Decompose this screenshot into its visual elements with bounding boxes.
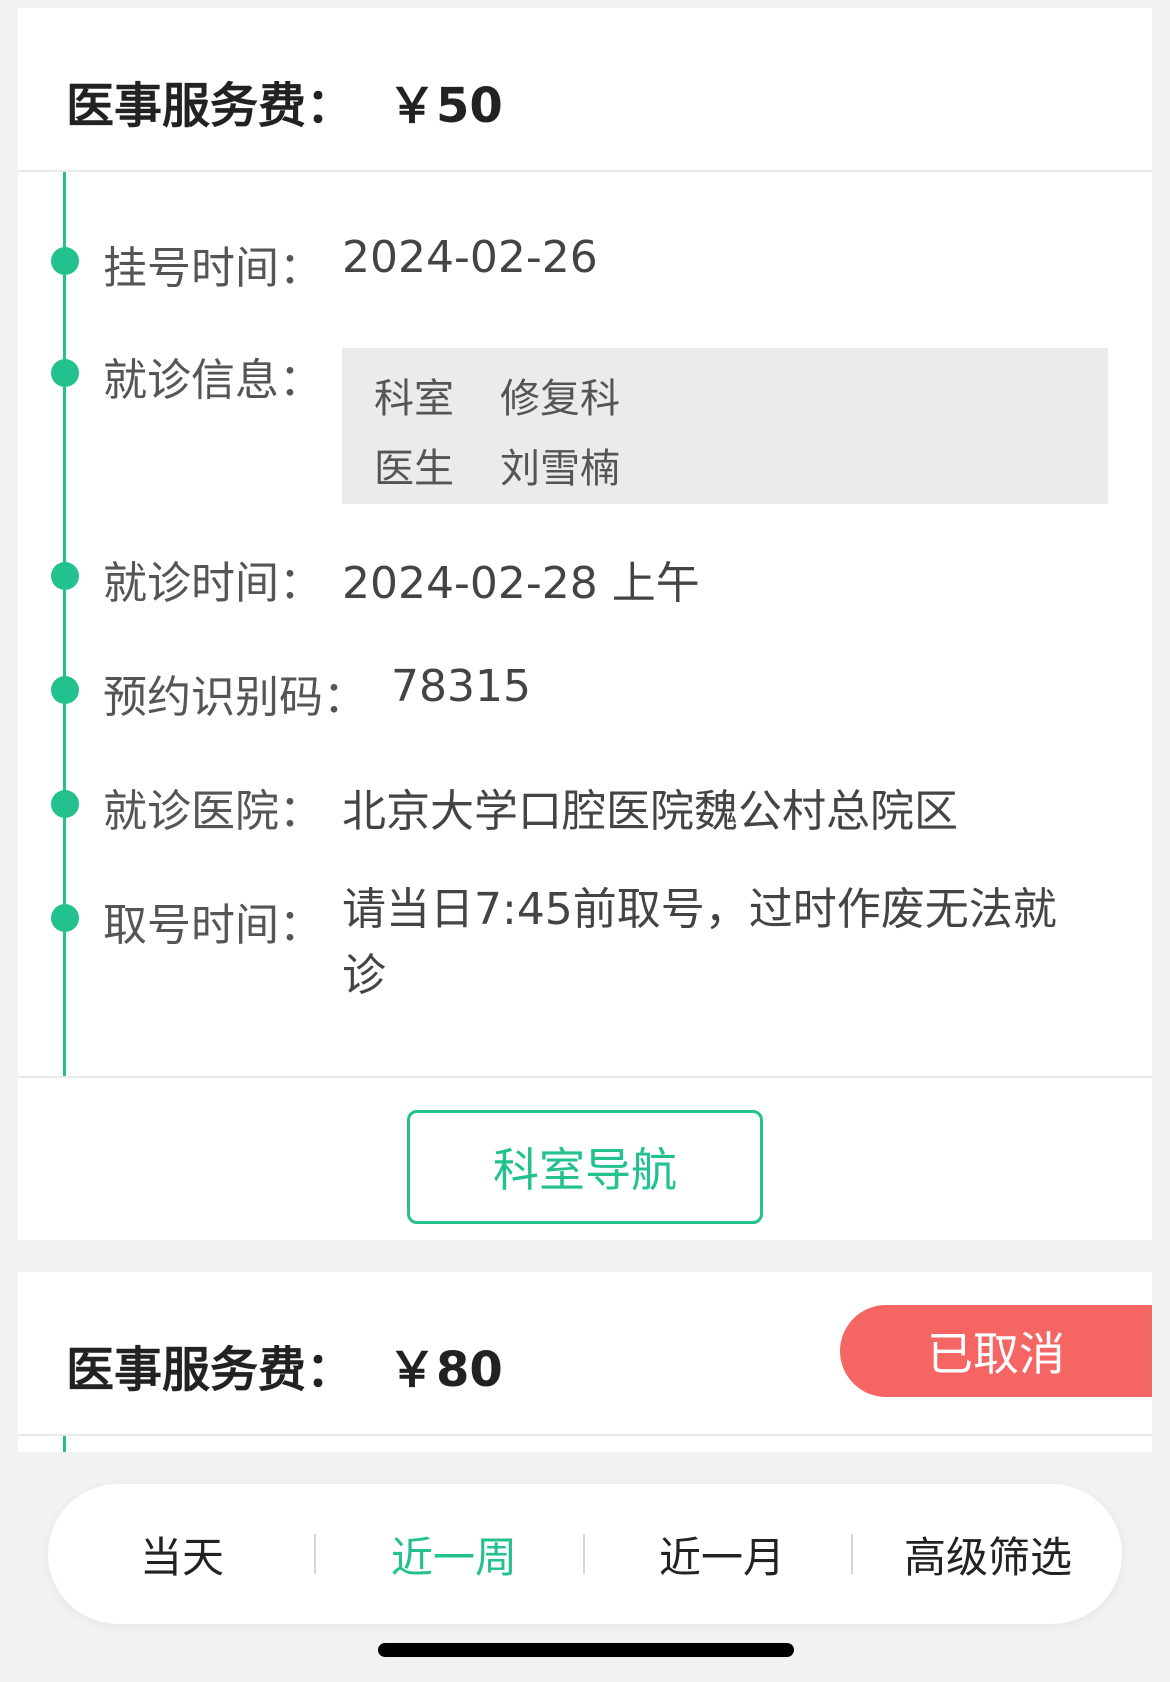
timeline-dot-icon [51,676,79,704]
appointment-timeline: 挂号时间： 2024-02-26 就诊信息： 科室 修复科 医生 刘雪楠 就诊时间：… [18,172,1152,1076]
tab-divider [851,1534,853,1574]
home-indicator [378,1643,794,1657]
fee-label: 医事服务费： [66,1342,355,1398]
doctor-line: 医生 刘雪楠 [374,436,620,494]
appointment-code-label: 预约识别码： [103,672,367,723]
appointment-header: 医事服务费： ￥80 已取消 [18,1272,1152,1436]
timeline-dot-icon [51,904,79,932]
pickup-time-value: 请当日7:45前取号，过时作废无法就诊 [342,884,1057,1001]
department-line: 科室 修复科 [374,366,620,424]
pickup-time-label: 取号时间： [103,900,323,951]
tab-divider [314,1534,316,1574]
registered-time-value: 2024-02-26 [342,232,598,283]
fee-label: 医事服务费： [66,78,355,134]
tab-divider [583,1534,585,1574]
fee-text: 医事服务费： ￥50 [66,66,503,136]
timeline-dot-icon [51,247,79,275]
tab-past-week[interactable]: 近一周 [348,1484,560,1624]
registered-time-label: 挂号时间： [103,243,323,294]
visit-info-label: 就诊信息： [103,355,323,406]
fee-text: 医事服务费： ￥80 [66,1330,503,1400]
timeline-dot-icon [51,562,79,590]
hospital-label: 就诊医院： [103,786,323,837]
timeline-line [63,172,66,1076]
tab-today[interactable]: 当天 [96,1484,268,1624]
doctor-key: 医生 [374,446,454,492]
appointment-header: 医事服务费： ￥50 [18,8,1152,172]
appointment-footer: 科室导航 [18,1076,1152,1240]
visit-time-label: 就诊时间： [103,558,323,609]
appointment-card: 医事服务费： ￥50 挂号时间： 2024-02-26 就诊信息： 科室 修复科 医… [18,8,1152,1240]
tab-past-month[interactable]: 近一月 [616,1484,828,1624]
fee-amount: ￥80 [388,1342,503,1398]
status-badge: 已取消 [840,1305,1152,1397]
department-key: 科室 [374,376,454,422]
fee-amount: ￥50 [388,78,503,134]
department-navigation-button[interactable]: 科室导航 [407,1110,763,1224]
timeline-dot-icon [51,790,79,818]
visit-time-value: 2024-02-28 上午 [342,558,700,609]
visit-info-box: 科室 修复科 医生 刘雪楠 [342,348,1108,504]
hospital-value: 北京大学口腔医院魏公村总院区 [342,786,958,837]
date-filter-tabbar: 当天 近一周 近一月 高级筛选 [48,1484,1122,1624]
appointment-code-value: 78315 [391,661,531,712]
department-value: 修复科 [500,376,620,422]
timeline-line [63,1436,66,1452]
tab-advanced-filter[interactable]: 高级筛选 [888,1484,1088,1624]
doctor-value: 刘雪楠 [500,446,620,492]
appointment-card: 医事服务费： ￥80 已取消 [18,1272,1152,1452]
timeline-dot-icon [51,359,79,387]
